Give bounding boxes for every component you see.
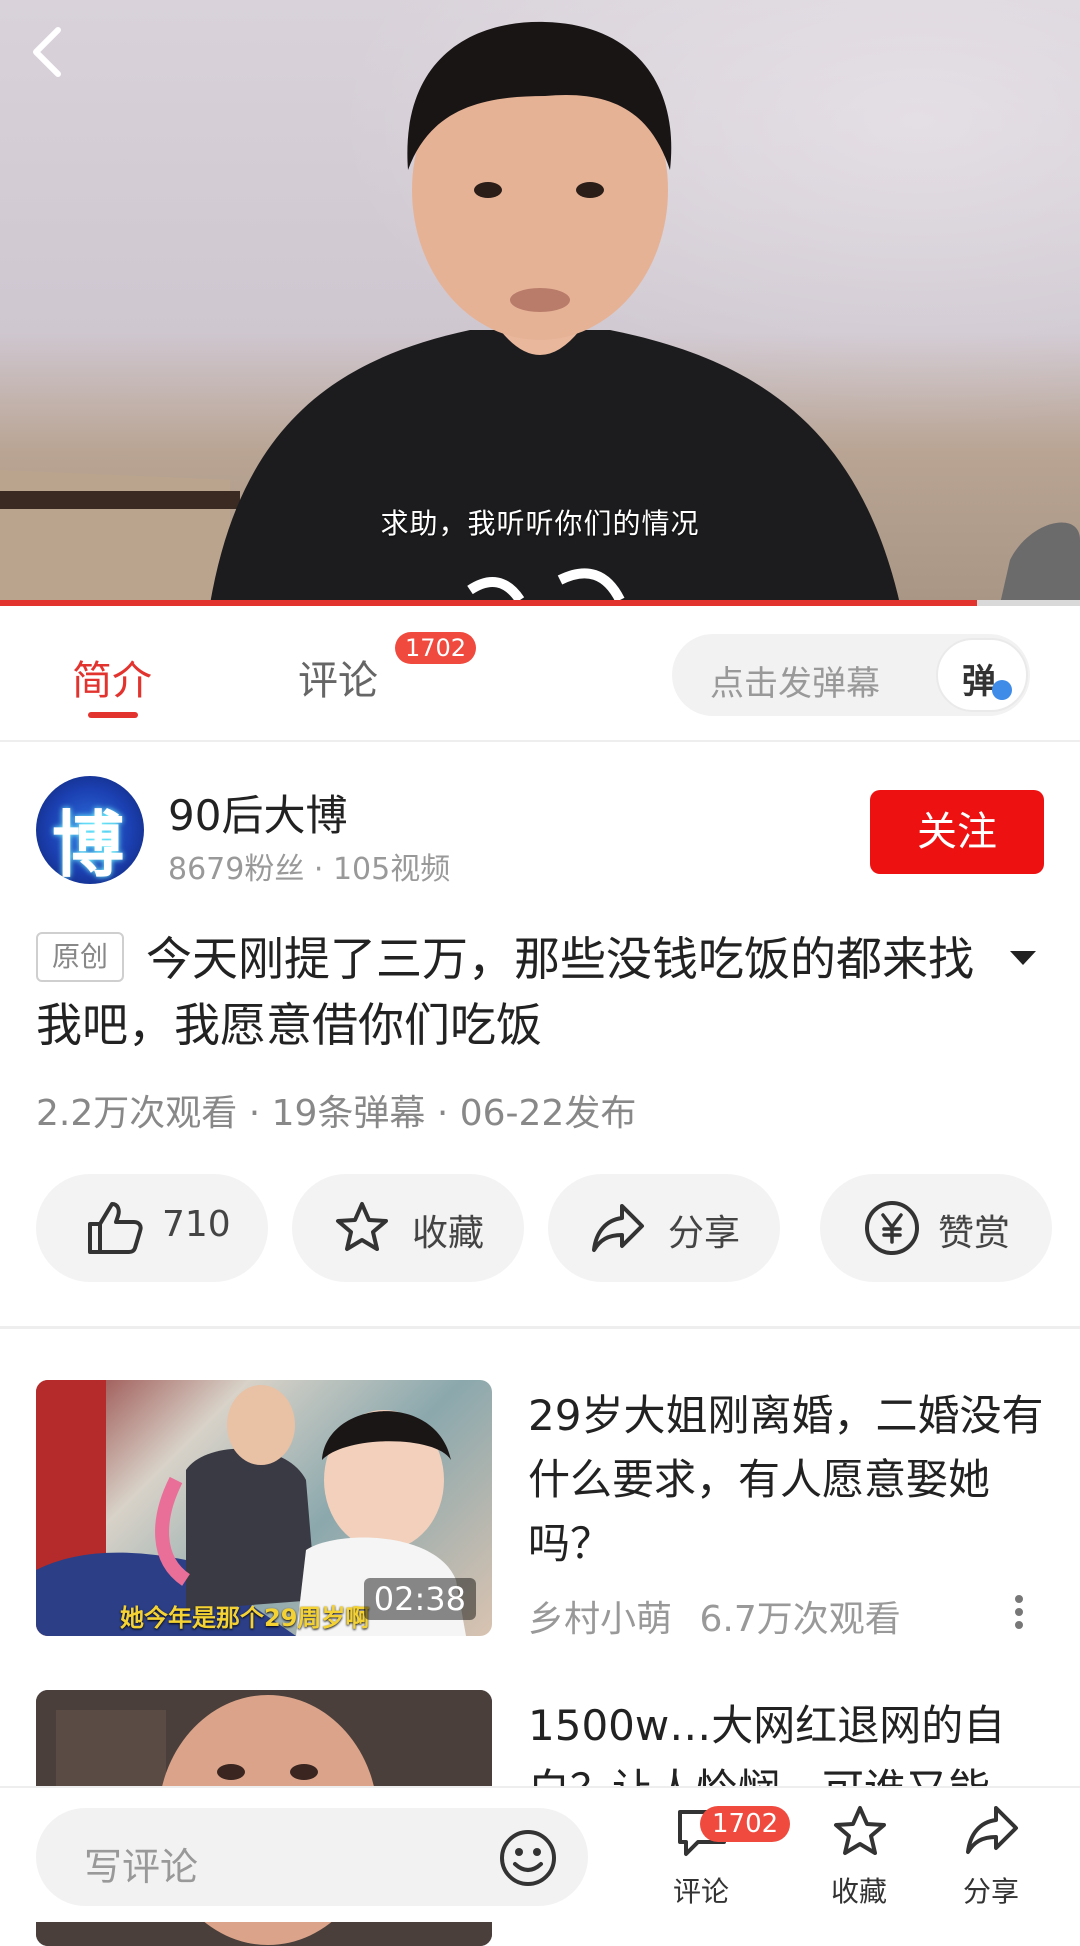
- video-stats: 2.2万次观看 · 19条弹幕 · 06-22发布: [36, 1093, 637, 1134]
- yuan-coin-icon: [865, 1201, 919, 1255]
- share-arrow-icon: [592, 1204, 644, 1252]
- bottom-share-label: 分享: [962, 1875, 1019, 1908]
- bottom-favorite-label: 收藏: [830, 1875, 887, 1908]
- thumbs-up-icon: [88, 1202, 143, 1254]
- more-options-icon[interactable]: [1012, 1592, 1026, 1632]
- bottom-action-bar: 写评论 评论 1702 收藏 分享: [0, 1786, 1080, 1922]
- uploader-name[interactable]: 90后大博: [168, 782, 347, 843]
- bottom-comments-label: 评论: [672, 1875, 729, 1908]
- rec-video-title[interactable]: 1500w…大网红退网的自白？让人怜悯，可谁又能: [528, 1694, 1048, 1786]
- video-duration: 02:38: [363, 1578, 476, 1620]
- emoji-icon[interactable]: [498, 1828, 558, 1888]
- comments-count-badge: 1702: [395, 632, 477, 664]
- star-icon: [834, 1806, 886, 1855]
- rec-video-author: 乡村小萌: [528, 1599, 673, 1640]
- like-button[interactable]: 710: [36, 1174, 268, 1282]
- avatar-logo-char: 博: [52, 802, 125, 884]
- original-tag: 原创: [36, 932, 124, 982]
- bottom-favorite-button[interactable]: 收藏: [804, 1804, 914, 1914]
- thumbnail-caption: 她今年是那个29周岁啊: [120, 1604, 370, 1632]
- share-arrow-icon: [966, 1806, 1018, 1854]
- comment-placeholder: 写评论: [84, 1845, 199, 1889]
- rec-video-thumbnail[interactable]: 她今年是那个29周岁啊 02:38: [36, 1380, 492, 1636]
- follow-button[interactable]: 关注: [870, 790, 1044, 874]
- tab-comments[interactable]: 评论: [298, 648, 378, 706]
- comment-input[interactable]: 写评论: [36, 1808, 588, 1906]
- danmu-toggle-button[interactable]: 弹: [936, 638, 1028, 712]
- back-arrow-icon[interactable]: [24, 22, 76, 82]
- tab-intro[interactable]: 简介: [72, 648, 152, 706]
- danmu-toggle-label: 弹: [962, 662, 996, 702]
- video-subtitle: 求助，我听听你们的情况: [380, 507, 700, 540]
- share-button[interactable]: 分享: [548, 1174, 780, 1282]
- reward-button[interactable]: 赞赏: [820, 1174, 1052, 1282]
- like-count: 710: [162, 1204, 231, 1245]
- reward-label: 赞赏: [938, 1213, 1011, 1254]
- rec-video-meta: 乡村小萌 6.7万次观看: [528, 1590, 901, 1642]
- section-divider: [0, 1326, 1080, 1329]
- share-label: 分享: [668, 1213, 741, 1254]
- rec-video-title[interactable]: 29岁大姐刚离婚，二婚没有什么要求，有人愿意娶她吗？: [528, 1384, 1048, 1576]
- video-player[interactable]: 求助，我听听你们的情况: [0, 0, 1080, 604]
- video-title: 今天刚提了三万，那些没钱吃饭的都来找我吧，我愿意借你们吃饭: [36, 932, 974, 1052]
- expand-triangle-icon[interactable]: [1006, 946, 1040, 970]
- rec-video-views: 6.7万次观看: [699, 1599, 901, 1640]
- bottom-share-button[interactable]: 分享: [936, 1804, 1046, 1914]
- tab-active-indicator: [88, 712, 138, 718]
- uploader-avatar[interactable]: 博: [36, 776, 144, 884]
- danmu-enabled-check-icon: [992, 680, 1012, 700]
- tab-bar: 简介 评论 1702 点击发弹幕 弹: [0, 606, 1080, 742]
- star-icon: [336, 1202, 388, 1251]
- bottom-comments-badge: 1702: [700, 1806, 791, 1842]
- uploader-stats: 8679粉丝 · 105视频: [168, 852, 451, 887]
- danmu-placeholder: 点击发弹幕: [710, 664, 880, 704]
- favorite-button[interactable]: 收藏: [292, 1174, 524, 1282]
- favorite-label: 收藏: [412, 1213, 485, 1254]
